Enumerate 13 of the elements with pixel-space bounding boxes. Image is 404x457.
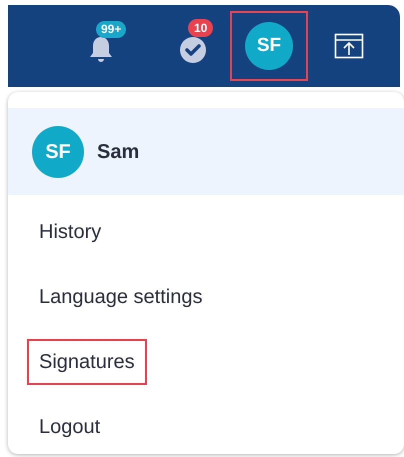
notification-count-badge: 99+ <box>96 21 126 38</box>
user-avatar: SF <box>245 22 293 70</box>
user-avatar: SF <box>32 126 84 178</box>
bell-icon <box>88 35 114 65</box>
check-circle-icon <box>179 36 207 64</box>
task-count-badge: 10 <box>188 19 214 37</box>
upload-icon[interactable] <box>334 32 364 60</box>
user-name: Sam <box>97 140 140 164</box>
menu-item[interactable]: Signatures <box>27 339 147 385</box>
menu-item[interactable]: History <box>27 209 114 255</box>
tasks-button[interactable]: 10 <box>168 21 218 71</box>
menu-item[interactable]: Logout <box>27 404 112 450</box>
menu-item[interactable]: Language settings <box>27 274 214 320</box>
